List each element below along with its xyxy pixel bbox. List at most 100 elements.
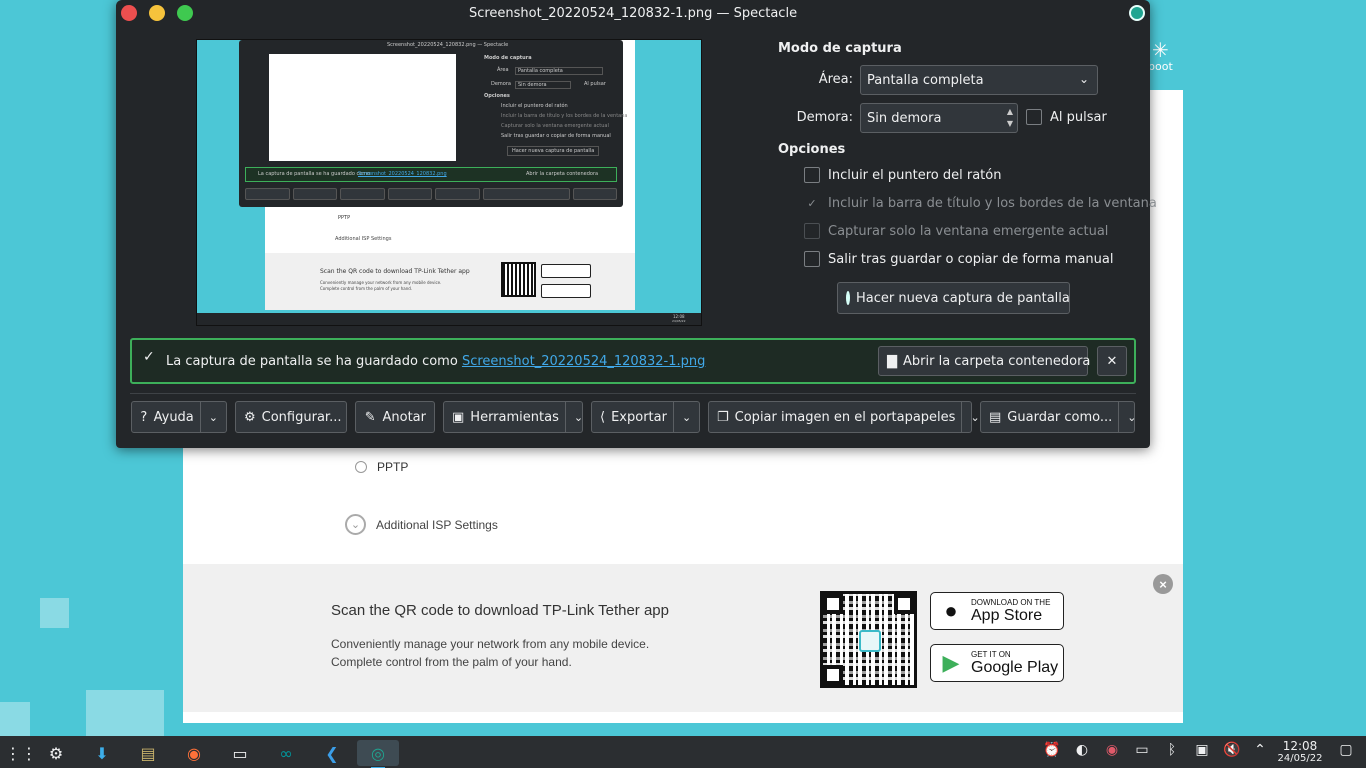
taskbar: ⋮⋮ ⚙ ⬇ ▤ ◉ ▭ ∞ ❮ ◎ ⏰ ◐ ◉ ▭ ᛒ ▣ 🔇 ⌃ 12:08…: [0, 736, 1366, 768]
tools-button[interactable]: ▣ Herramientas ⌄: [443, 401, 583, 433]
copy-label: Copiar imagen en el portapapeles: [734, 409, 956, 425]
terminal-icon[interactable]: ▭: [219, 740, 261, 766]
tools-label: Herramientas: [470, 409, 559, 425]
checkbox-icon[interactable]: [804, 167, 820, 183]
play-icon: ▶: [942, 650, 960, 675]
saved-message-bar: ✓ La captura de pantalla se ha guardado …: [130, 338, 1136, 384]
preview-qr-code: [501, 262, 536, 297]
firefox-icon[interactable]: ◉: [173, 740, 215, 766]
arduino-icon[interactable]: ∞: [265, 740, 307, 766]
preview-taskbar: 12:08 24/05/22: [197, 313, 701, 325]
saved-file-link[interactable]: Screenshot_20220524_120832-1.png: [462, 354, 705, 369]
bluetooth-icon[interactable]: ᛒ: [1162, 742, 1182, 758]
chevron-up-icon[interactable]: ⌃: [1250, 742, 1270, 758]
reboot-button[interactable]: ✳ boot: [1148, 40, 1173, 73]
preview-toolbar: [245, 188, 617, 200]
preview-open-folder: Abrir la carpeta contenedora: [526, 171, 599, 177]
download-icon[interactable]: ⬇: [81, 740, 123, 766]
options-title: Opciones: [778, 142, 846, 157]
spin-arrows-icon[interactable]: ▲ ▼: [1007, 106, 1013, 130]
save-as-button[interactable]: ▤ Guardar como... ⌄: [980, 401, 1137, 433]
title-bar[interactable]: Screenshot_20220524_120832-1.png — Spect…: [116, 0, 1150, 26]
include-pointer-checkbox[interactable]: Incluir el puntero del ratón: [804, 167, 1001, 183]
export-label: Exportar: [611, 409, 667, 425]
window-maximize-button[interactable]: [177, 5, 193, 21]
window-minimize-button[interactable]: [149, 5, 165, 21]
copy-clipboard-button[interactable]: ❐ Copiar imagen en el portapapeles ⌄: [708, 401, 980, 433]
annotate-button[interactable]: ✎ Anotar: [355, 401, 435, 433]
vscode-icon[interactable]: ❮: [311, 740, 353, 766]
capture-mode-title: Modo de captura: [778, 41, 902, 56]
chevron-down-icon[interactable]: ⌄: [199, 402, 218, 432]
saved-message-text: La captura de pantalla se ha guardado co…: [166, 354, 705, 369]
pptp-radio[interactable]: [355, 461, 367, 473]
chevron-down-icon[interactable]: ⌄: [1118, 402, 1137, 432]
preview-opt4: Salir tras guardar o copiar de forma man…: [501, 133, 611, 139]
google-play-big: Google Play: [971, 658, 1059, 676]
popup-only-checkbox: Capturar solo la ventana emergente actua…: [804, 223, 1108, 239]
qr-banner-text-1: Conveniently manage your network from an…: [331, 637, 650, 651]
toolbox-icon: ▣: [452, 409, 465, 425]
annotate-label: Anotar: [382, 409, 427, 425]
area-value: Pantalla completa: [867, 72, 984, 88]
close-icon: ✕: [1106, 353, 1118, 369]
preview-opt1: Incluir el puntero del ratón: [501, 103, 568, 109]
preview-on-click: Al pulsar: [584, 81, 606, 87]
quit-after-save-checkbox[interactable]: Salir tras guardar o copiar de forma man…: [804, 251, 1113, 267]
new-screenshot-button[interactable]: Hacer nueva captura de pantalla: [837, 282, 1070, 314]
help-icon: ?: [140, 409, 148, 425]
tether-app-banner: Scan the QR code to download TP-Link Tet…: [183, 564, 1183, 712]
preview-delay: Demora: [491, 81, 511, 87]
close-message-button[interactable]: ✕: [1097, 346, 1127, 376]
checkbox-icon[interactable]: [804, 251, 820, 267]
show-desktop-icon[interactable]: ▢: [1336, 742, 1356, 758]
app-store-small: DOWNLOAD ON THE: [971, 597, 1051, 607]
spectacle-task-icon[interactable]: ◎: [357, 740, 399, 768]
on-click-checkbox[interactable]: Al pulsar: [1026, 109, 1107, 125]
window-close-button[interactable]: [121, 5, 137, 21]
chevron-down-icon[interactable]: ⌄: [672, 402, 691, 432]
preview-delay-value: Sin demora: [515, 81, 571, 89]
new-screenshot-label: Hacer nueva captura de pantalla: [856, 290, 1070, 306]
open-folder-button[interactable]: ▇ Abrir la carpeta contenedora: [878, 346, 1090, 376]
spectacle-icon: [846, 291, 850, 305]
delay-spinbox[interactable]: Sin demora ▲ ▼: [860, 103, 1018, 133]
vpn-icon[interactable]: ◉: [1102, 742, 1122, 758]
notifications-icon[interactable]: ⏰: [1042, 742, 1062, 758]
apple-icon: ●: [944, 598, 958, 623]
preview-opt3: Capturar solo la ventana emergente actua…: [501, 123, 609, 129]
checkbox-icon[interactable]: [1026, 109, 1042, 125]
file-manager-icon[interactable]: ▤: [127, 740, 169, 766]
screenshot-preview[interactable]: Scan the QR code to download TP-Link Tet…: [196, 39, 702, 326]
saved-message-prefix: La captura de pantalla se ha guardado co…: [166, 354, 458, 369]
configure-button[interactable]: ⚙ Configurar...: [235, 401, 347, 433]
clock-date: 24/05/22: [1277, 753, 1323, 764]
banner-close-button[interactable]: ×: [1153, 574, 1173, 594]
configure-label: Configurar...: [261, 409, 342, 425]
check-icon: ✓: [807, 196, 817, 210]
chevron-down-icon[interactable]: ⌄: [345, 514, 366, 535]
preview-spectacle-window: Screenshot_20220524_120832.png — Spectac…: [239, 40, 627, 207]
app-store-button[interactable]: ● DOWNLOAD ON THE App Store: [930, 592, 1064, 630]
qr-code: [820, 591, 917, 688]
additional-isp-settings[interactable]: ⌄ Additional ISP Settings: [345, 514, 498, 535]
area-select[interactable]: Pantalla completa ⌄: [860, 65, 1098, 95]
battery-icon[interactable]: ▭: [1132, 742, 1152, 758]
network-icon[interactable]: ▣: [1192, 742, 1212, 758]
chevron-down-icon[interactable]: ⌄: [564, 402, 583, 432]
clock[interactable]: 12:08 24/05/22: [1276, 739, 1324, 765]
window-title: Screenshot_20220524_120832-1.png — Spect…: [468, 5, 798, 21]
delay-value: Sin demora: [867, 110, 942, 126]
volume-muted-icon[interactable]: 🔇: [1222, 742, 1242, 758]
gear-icon: ⚙: [244, 409, 256, 425]
preview-area: Área: [497, 67, 509, 73]
settings-icon[interactable]: ⚙: [35, 740, 77, 766]
on-click-label: Al pulsar: [1050, 109, 1107, 125]
pptp-radio-row[interactable]: PPTP: [355, 460, 408, 474]
google-play-button[interactable]: ▶ GET IT ON Google Play: [930, 644, 1064, 682]
chevron-down-icon[interactable]: ⌄: [961, 402, 980, 432]
help-button[interactable]: ? Ayuda ⌄: [131, 401, 227, 433]
export-button[interactable]: ⟨ Exportar ⌄: [591, 401, 700, 433]
updates-icon[interactable]: ◐: [1072, 742, 1092, 758]
preview-nested-shot: [269, 54, 456, 161]
